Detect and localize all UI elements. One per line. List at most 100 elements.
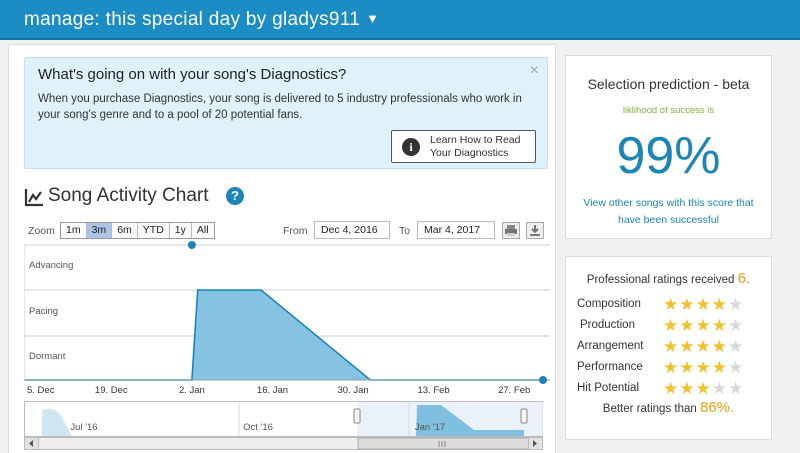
star-icon: ★ [679,316,696,335]
star-rating: ★★★★★ [663,358,744,378]
ratings-received-count: 6. [737,270,751,287]
y-label-pacing: Pacing [29,306,58,317]
prediction-title: Selection prediction - beta [587,76,750,92]
star-rating: ★★★★★ [663,379,744,399]
star-icon: ★ [728,358,745,377]
series-area [25,290,543,380]
song-activity-chart[interactable]: Dormant Pacing Advancing 5. Dec 19. Dec 2. Ja… [24,240,550,398]
star-icon: ★ [711,379,728,398]
rating-label: Hit Potential [577,382,640,394]
chevron-down-icon[interactable]: ▼ [366,11,379,26]
zoom-button-1y[interactable]: 1y [169,223,192,238]
to-label: To [399,225,411,237]
better-ratings-label: Better ratings than [602,403,697,415]
star-rating: ★★★★★ [663,295,744,315]
header-bar: manage: this special day by gladys911 ▼ [0,0,800,40]
star-icon: ★ [679,337,696,356]
y-label-advancing: Advancing [29,260,73,271]
star-icon: ★ [663,316,680,335]
range-end-marker[interactable] [539,376,547,384]
range-start-marker[interactable] [187,241,196,249]
zoom-button-ytd[interactable]: YTD [137,223,170,238]
navigator-label: Jan '17 [415,422,445,433]
x-tick-label: 30. Jan [338,385,369,396]
star-icon: ★ [695,295,712,314]
star-icon: ★ [663,379,680,398]
info-title: What's going on with your song's Diagnos… [38,66,347,83]
rating-label: Production [580,319,635,331]
print-icon [505,225,517,236]
x-tick-label: 16. Jan [257,385,288,396]
rating-label: Performance [577,361,643,373]
info-icon: i [402,138,420,156]
info-body: When you purchase Diagnostics, your song… [38,93,522,121]
learn-button-line1: Learn How to Read [430,134,521,146]
navigator-handle-right[interactable] [520,408,528,424]
x-tick-label: 5. Dec [27,385,55,396]
ratings-received: Professional ratings received 6. [566,270,771,287]
diagnostics-info-box: What's going on with your song's Diagnos… [24,57,548,169]
to-date-input[interactable]: Mar 4, 2017 [417,221,495,239]
x-tick-label: 13. Feb [417,385,449,396]
download-icon [530,225,540,236]
star-icon: ★ [728,316,745,335]
rating-row-arrangement: Arrangement ★★★★★ [577,337,767,357]
print-button[interactable] [502,222,520,239]
from-label: From [283,225,308,237]
y-label-dormant: Dormant [29,351,66,362]
chart-title: Song Activity Chart [48,185,209,206]
star-icon: ★ [663,295,680,314]
rating-label: Arrangement [577,340,644,352]
view-successful-songs-link[interactable]: View other songs with this score that ha… [581,195,756,229]
ratings-received-label: Professional ratings received [586,274,735,286]
prediction-value: 99% [616,127,721,185]
prediction-subtitle: liklihood of success is [622,105,715,116]
navigator-handle-left[interactable] [353,408,361,424]
zoom-label: Zoom [28,225,55,237]
navigator-label: Oct '16 [243,422,273,433]
song-menu-title[interactable]: manage: this special day by gladys911 ▼ [24,9,379,31]
ratings-card: Professional ratings received 6. Composi… [565,256,772,440]
better-ratings: Better ratings than 86%. [566,399,771,416]
zoom-button-group: 1m 3m 6m YTD 1y All [60,222,215,239]
x-tick-label: 27. Feb [498,385,530,396]
zoom-button-6m[interactable]: 6m [112,223,138,238]
star-icon: ★ [679,379,696,398]
star-icon: ★ [695,337,712,356]
rating-label: Composition [577,298,641,310]
zoom-button-3m[interactable]: 3m [86,223,113,238]
rating-row-performance: Performance ★★★★★ [577,358,767,378]
zoom-button-1m[interactable]: 1m [61,223,87,238]
rating-row-production: Production ★★★★★ [577,316,767,336]
star-icon: ★ [663,337,680,356]
star-rating: ★★★★★ [663,337,744,357]
chart-navigator[interactable]: Jul '16 Oct '16 Jan '17 [24,398,548,451]
rating-row-composition: Composition ★★★★★ [577,295,767,315]
learn-diagnostics-button[interactable]: i Learn How to Read Your Diagnostics [391,130,536,163]
line-chart-icon [24,189,43,207]
zoom-button-all[interactable]: All [191,223,214,238]
help-icon[interactable]: ? [226,187,244,205]
star-icon: ★ [711,337,728,356]
x-tick-label: 2. Jan [179,385,205,396]
x-tick-label: 19. Dec [95,385,128,396]
star-icon: ★ [679,358,696,377]
better-ratings-value: 86%. [699,399,735,416]
navigator-label: Jul '16 [70,422,97,433]
star-icon: ★ [728,295,745,314]
star-icon: ★ [711,316,728,335]
close-icon[interactable]: × [530,62,539,80]
star-icon: ★ [728,379,745,398]
star-icon: ★ [695,379,712,398]
star-icon: ★ [695,316,712,335]
star-icon: ★ [679,295,696,314]
rating-row-hit-potential: Hit Potential ★★★★★ [577,379,767,399]
download-button[interactable] [526,222,544,239]
learn-button-line2: Your Diagnostics [430,146,509,159]
scrollbar-thumb[interactable] [357,437,530,450]
star-icon: ★ [728,337,745,356]
prediction-card: Selection prediction - beta liklihood of… [565,55,772,239]
from-date-input[interactable]: Dec 4, 2016 [314,221,390,239]
star-icon: ★ [711,295,728,314]
star-rating: ★★★★★ [663,316,744,336]
